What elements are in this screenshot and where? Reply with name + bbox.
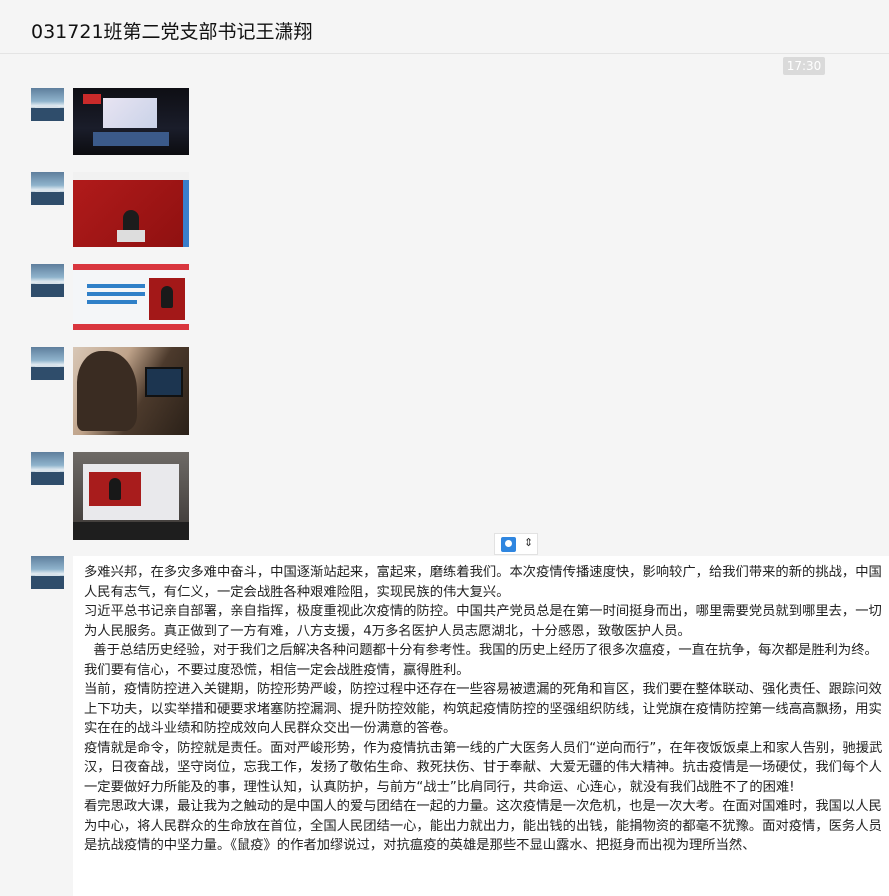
timestamp-badge: 17:30: [783, 57, 825, 75]
message-paragraph: 当前，疫情防控进入关键期，防控形势严峻，防控过程中还存在一些容易被遗漏的死角和盲…: [84, 682, 882, 736]
message-paragraph: 多难兴邦，在多灾多难中奋斗，中国逐渐站起来，富起来，磨练着我们。本次疫情传播速度…: [84, 565, 882, 600]
reaction-toolbar[interactable]: ⇕: [494, 533, 538, 555]
studio-photo-icon: [83, 94, 101, 104]
sender-avatar[interactable]: [31, 264, 64, 297]
message-paragraph: 善于总结历史经验，对于我们之后解决各种问题都十分有参考性。我国的历史上经历了很多…: [84, 643, 878, 678]
image-message[interactable]: [73, 88, 189, 155]
user-card-icon[interactable]: [501, 537, 516, 552]
slide-photo-icon: [73, 264, 189, 270]
sender-avatar[interactable]: [31, 88, 64, 121]
stage-photo-icon: [73, 172, 189, 180]
chat-title: 031721班第二党支部书记王潇翔: [31, 21, 313, 43]
chevron-updown-icon[interactable]: ⇕: [524, 536, 533, 549]
sender-avatar[interactable]: [31, 556, 64, 589]
sender-avatar[interactable]: [31, 172, 64, 205]
sender-avatar[interactable]: [31, 347, 64, 380]
message-paragraph: 看完思政大课，最让我为之触动的是中国人的爱与团结在一起的力量。这次疫情是一次危机…: [84, 799, 882, 853]
image-message[interactable]: [73, 172, 189, 247]
image-message[interactable]: [73, 452, 189, 540]
chat-header: 031721班第二党支部书记王潇翔: [0, 0, 889, 54]
message-paragraph: 疫情就是命令，防控就是责任。面对严峻形势，作为疫情抗击第一线的广大医务人员们“逆…: [84, 740, 883, 795]
message-paragraph: 习近平总书记亲自部署，亲自指挥，极度重视此次疫情的防控。中国共产党员总是在第一时…: [84, 604, 882, 639]
sender-avatar[interactable]: [31, 452, 64, 485]
image-message[interactable]: [73, 264, 189, 330]
text-message[interactable]: 多难兴邦，在多灾多难中奋斗，中国逐渐站起来，富起来，磨练着我们。本次疫情传播速度…: [73, 556, 889, 896]
person-laptop-photo-icon: [77, 351, 137, 431]
image-message[interactable]: [73, 347, 189, 435]
